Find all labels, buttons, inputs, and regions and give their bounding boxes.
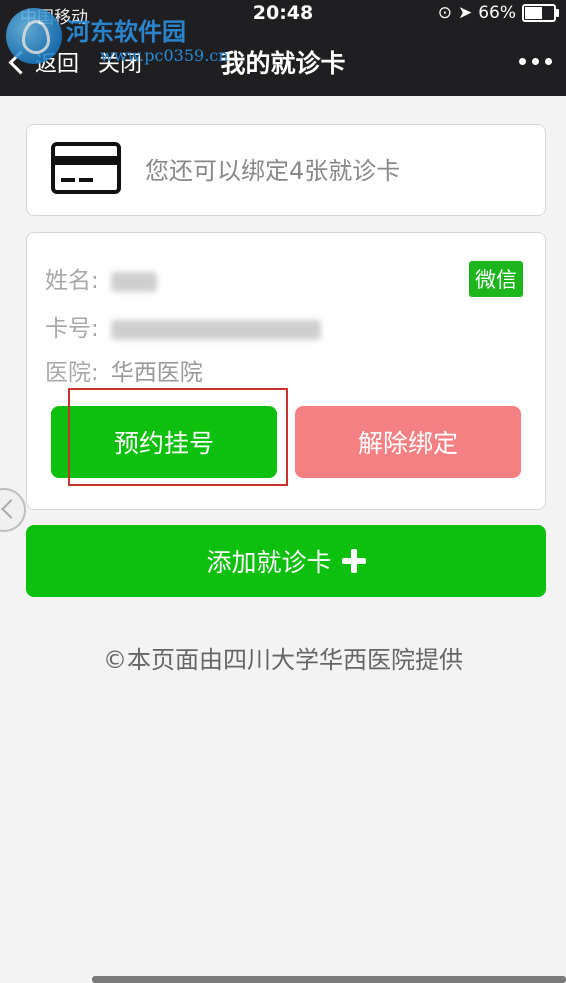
card-dash [61,178,75,182]
hospital-row: 医院: 华西医院 [45,353,203,387]
more-menu-button[interactable] [519,58,552,65]
card-number-redacted [110,319,321,340]
card-stripe [55,156,117,165]
card-number-label: 卡号: [45,316,99,342]
battery-icon [522,4,559,22]
watermark-logo-icon [6,8,62,64]
add-card-label: 添加就诊卡 [206,548,332,577]
back-swipe-arrow-icon[interactable] [0,488,26,532]
name-row: 姓名: [45,261,157,295]
bind-tip-card: 您还可以绑定4张就诊卡 [26,124,546,216]
more-dot-icon [545,58,552,65]
wechat-badge: 微信 [469,261,523,297]
highlight-box [68,388,288,486]
credit-card-icon [51,142,121,194]
card-dash [79,178,93,182]
name-value-redacted [110,271,157,292]
plus-icon [341,549,366,573]
footer-credit: ©本页面由四川大学华西医院提供 [103,646,463,674]
status-right: ⊙ ➤ 66% [437,3,559,23]
top-bar: 中国移动 20:48 ⊙ ➤ 66% 返回 关闭 我的就诊卡 河东软件园 www… [0,0,566,96]
more-dot-icon [532,58,539,65]
watermark-url: www.pc0359.cn [100,46,229,65]
page-title: 我的就诊卡 [220,49,346,78]
battery-percent: 66% [478,3,516,23]
home-indicator-bar [92,976,566,983]
add-card-button[interactable]: 添加就诊卡 [26,525,546,597]
hospital-label: 医院: [45,360,99,386]
more-dot-icon [519,58,526,65]
battery-fill [525,7,542,19]
card-number-row: 卡号: [45,309,321,343]
hospital-value: 华西医院 [110,360,203,386]
rotation-lock-icon: ⊙ [437,3,452,23]
bind-tip-text: 您还可以绑定4张就诊卡 [145,157,401,185]
name-label: 姓名: [45,268,99,294]
location-icon: ➤ [457,3,473,23]
unbind-card-button[interactable]: 解除绑定 [295,406,521,478]
watermark-site-name: 河东软件园 [66,17,186,46]
